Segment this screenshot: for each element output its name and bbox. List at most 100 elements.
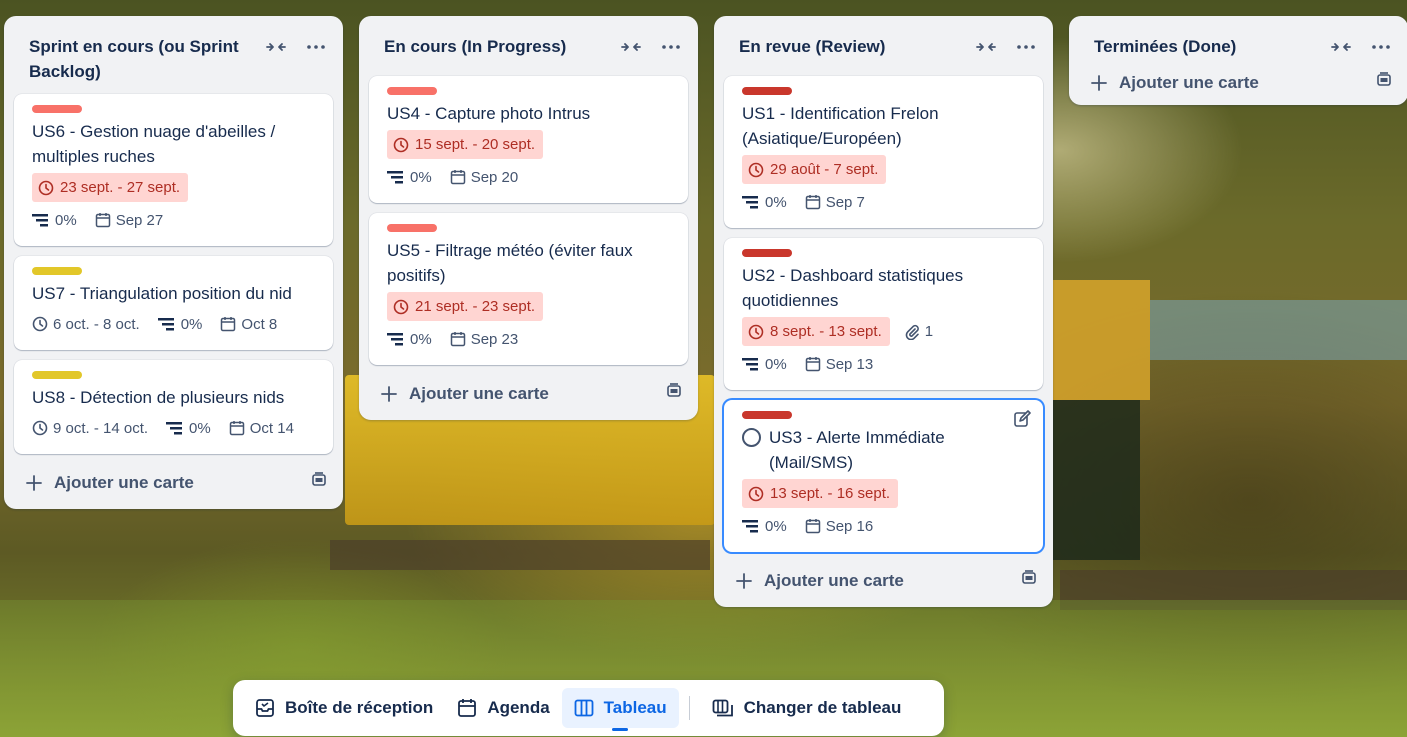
board-button[interactable]: Tableau bbox=[561, 688, 679, 728]
list-title[interactable]: Sprint en cours (ou Sprint Backlog) bbox=[29, 34, 254, 84]
due-date-badge: Sep 7 bbox=[805, 188, 865, 216]
date-badge[interactable]: 29 août - 7 sept. bbox=[742, 155, 887, 184]
due-date-badge: Sep 27 bbox=[95, 206, 163, 234]
list-done: Terminées (Done) Ajouter une carte bbox=[1069, 16, 1407, 105]
template-icon[interactable] bbox=[1021, 570, 1037, 591]
list-title[interactable]: En revue (Review) bbox=[739, 34, 885, 59]
card-title: US1 - Identification Frelon (Asiatique/E… bbox=[742, 104, 939, 148]
collapse-icon[interactable] bbox=[975, 38, 997, 56]
date-badge[interactable]: 9 oct. - 14 oct. bbox=[32, 414, 148, 442]
card-title: US2 - Dashboard statistiques quotidienne… bbox=[742, 266, 964, 310]
clock-icon bbox=[32, 420, 48, 436]
template-icon[interactable] bbox=[1376, 72, 1392, 93]
calendar-icon bbox=[458, 699, 477, 717]
more-icon[interactable] bbox=[1370, 38, 1392, 56]
card-us8[interactable]: US8 - Détection de plusieurs nids 9 oct.… bbox=[14, 360, 333, 454]
template-icon[interactable] bbox=[666, 383, 682, 404]
switch-board-icon bbox=[712, 699, 733, 717]
collapse-icon[interactable] bbox=[1330, 38, 1352, 56]
list-header: En revue (Review) bbox=[724, 16, 1043, 76]
plus-icon bbox=[381, 385, 397, 402]
date-badge[interactable]: 13 sept. - 16 sept. bbox=[742, 479, 899, 508]
clock-icon bbox=[38, 180, 54, 195]
date-badge[interactable]: 15 sept. - 20 sept. bbox=[387, 130, 544, 159]
template-icon[interactable] bbox=[311, 472, 327, 493]
card-us4[interactable]: US4 - Capture photo Intrus 15 sept. - 20… bbox=[369, 76, 688, 203]
edit-icon[interactable] bbox=[1013, 410, 1031, 433]
checklist-icon bbox=[166, 422, 183, 435]
date-badge[interactable]: 23 sept. - 27 sept. bbox=[32, 173, 189, 202]
list-title[interactable]: Terminées (Done) bbox=[1094, 34, 1236, 59]
clock-icon bbox=[748, 324, 764, 339]
planner-button[interactable]: Agenda bbox=[445, 688, 561, 728]
clock-icon bbox=[393, 299, 409, 314]
add-card-button[interactable]: Ajouter une carte bbox=[14, 464, 333, 499]
checklist-icon bbox=[387, 171, 403, 184]
card-title: US7 - Triangulation position du nid bbox=[32, 284, 292, 303]
checklist-badge: 0% bbox=[742, 350, 787, 378]
label-bar bbox=[387, 87, 437, 95]
card-title: US8 - Détection de plusieurs nids bbox=[32, 388, 285, 407]
checklist-icon bbox=[742, 196, 758, 209]
list-review: En revue (Review) US1 - Identification F… bbox=[714, 16, 1053, 607]
card-us5[interactable]: US5 - Filtrage météo (éviter faux positi… bbox=[369, 213, 688, 365]
label-bar bbox=[32, 105, 82, 113]
list-header: Terminées (Done) bbox=[1079, 16, 1398, 70]
checklist-icon bbox=[742, 520, 758, 533]
collapse-icon[interactable] bbox=[620, 38, 642, 56]
calendar-icon bbox=[805, 195, 820, 210]
due-date-badge: Sep 13 bbox=[805, 350, 873, 378]
inbox-button[interactable]: Boîte de réception bbox=[243, 688, 445, 728]
inbox-icon bbox=[256, 699, 274, 717]
date-badge[interactable]: 8 sept. - 13 sept. bbox=[742, 317, 890, 346]
list-header: Sprint en cours (ou Sprint Backlog) bbox=[14, 16, 333, 94]
date-badge[interactable]: 6 oct. - 8 oct. bbox=[32, 310, 140, 338]
card-title: US6 - Gestion nuage d'abeilles / multipl… bbox=[32, 122, 276, 166]
due-date-badge: Oct 14 bbox=[229, 414, 294, 442]
add-card-button[interactable]: Ajouter une carte bbox=[1079, 70, 1398, 99]
card-us3[interactable]: US3 - Alerte Immédiate (Mail/SMS) 13 sep… bbox=[724, 400, 1043, 552]
checklist-badge: 0% bbox=[742, 188, 787, 216]
clock-icon bbox=[748, 486, 764, 501]
clock-icon bbox=[32, 316, 48, 332]
plus-icon bbox=[736, 572, 752, 589]
checklist-icon bbox=[157, 318, 174, 331]
calendar-icon bbox=[805, 519, 820, 534]
card-us2[interactable]: US2 - Dashboard statistiques quotidienne… bbox=[724, 238, 1043, 390]
more-icon[interactable] bbox=[660, 38, 682, 56]
checklist-icon bbox=[387, 333, 403, 346]
clock-icon bbox=[748, 162, 764, 177]
add-card-button[interactable]: Ajouter une carte bbox=[724, 562, 1043, 597]
label-bar bbox=[32, 267, 82, 275]
clock-icon bbox=[393, 137, 409, 152]
card-us7[interactable]: US7 - Triangulation position du nid 6 oc… bbox=[14, 256, 333, 350]
checklist-badge: 0% bbox=[32, 206, 77, 234]
calendar-icon bbox=[450, 332, 465, 347]
paperclip-icon bbox=[905, 324, 919, 340]
more-icon[interactable] bbox=[305, 38, 327, 56]
list-title[interactable]: En cours (In Progress) bbox=[384, 34, 566, 59]
date-badge[interactable]: 21 sept. - 23 sept. bbox=[387, 292, 544, 321]
checklist-badge: 0% bbox=[166, 414, 211, 442]
card-us1[interactable]: US1 - Identification Frelon (Asiatique/E… bbox=[724, 76, 1043, 228]
collapse-icon[interactable] bbox=[265, 38, 287, 56]
checklist-badge: 0% bbox=[742, 512, 787, 540]
label-bar bbox=[387, 224, 437, 232]
list-header: En cours (In Progress) bbox=[369, 16, 688, 76]
complete-checkbox[interactable] bbox=[742, 428, 761, 447]
card-us6[interactable]: US6 - Gestion nuage d'abeilles / multipl… bbox=[14, 94, 333, 246]
calendar-icon bbox=[450, 170, 465, 185]
calendar-icon bbox=[221, 317, 236, 332]
calendar-icon bbox=[229, 421, 244, 436]
list-sprint-backlog: Sprint en cours (ou Sprint Backlog) US6 … bbox=[4, 16, 343, 509]
calendar-icon bbox=[805, 357, 820, 372]
label-bar bbox=[742, 411, 792, 419]
checklist-icon bbox=[742, 358, 758, 371]
more-icon[interactable] bbox=[1015, 38, 1037, 56]
due-date-badge: Sep 23 bbox=[450, 325, 518, 353]
switch-board-button[interactable]: Changer de tableau bbox=[700, 688, 914, 728]
list-in-progress: En cours (In Progress) US4 - Capture pho… bbox=[359, 16, 698, 420]
nav-separator bbox=[688, 696, 690, 720]
add-card-button[interactable]: Ajouter une carte bbox=[369, 375, 688, 410]
calendar-icon bbox=[95, 213, 110, 228]
